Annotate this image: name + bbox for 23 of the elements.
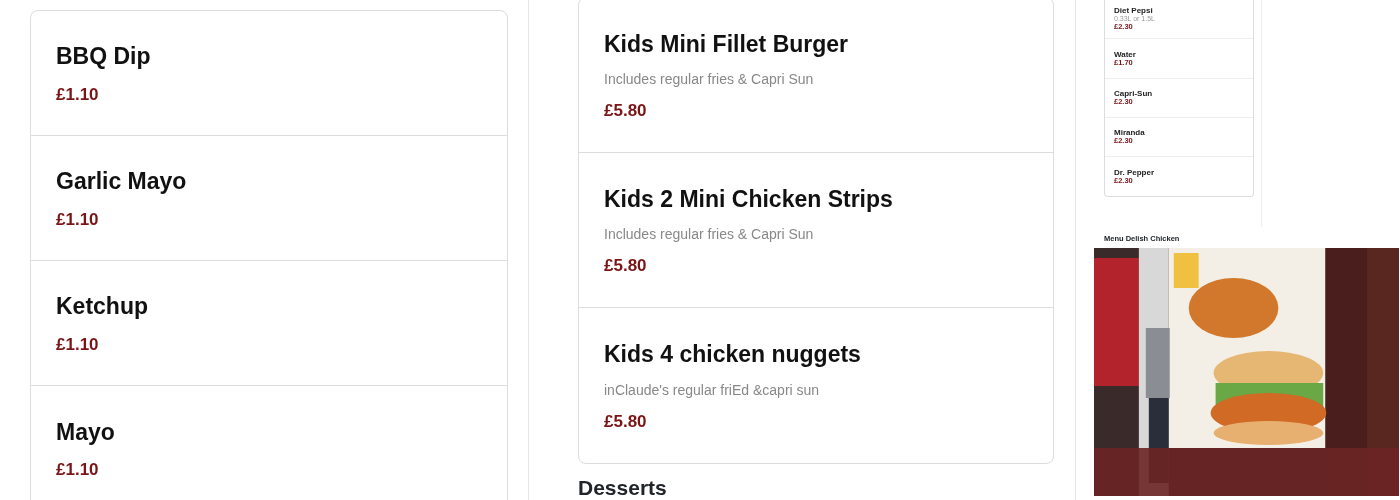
item-price: £5.80 bbox=[604, 100, 648, 122]
item-price: £1.10 bbox=[56, 459, 100, 481]
item-description: inClaude's regular friEd &capri sun bbox=[604, 380, 821, 400]
item-name: Kids Mini Fillet Burger bbox=[604, 29, 850, 59]
item-name: Dr. Pepper bbox=[1114, 167, 1155, 178]
item-description: Includes regular fries & Capri Sun bbox=[604, 225, 815, 244]
item-name: Diet Pepsi bbox=[1114, 6, 1154, 16]
item-price: £1.10 bbox=[56, 208, 100, 231]
item-name: Garlic Mayo bbox=[56, 167, 188, 196]
item-name: BBQ Dip bbox=[56, 42, 152, 71]
item-price: £5.80 bbox=[604, 255, 648, 277]
item-name: Capri-Sun bbox=[1114, 88, 1154, 98]
item-name: Kids 2 Mini Chicken Strips bbox=[604, 184, 894, 214]
item-name: Miranda bbox=[1114, 128, 1146, 138]
item-price: £5.80 bbox=[604, 410, 648, 433]
section-heading: Desserts bbox=[578, 476, 668, 500]
item-description: Includes regular fries & Capri Sun bbox=[604, 70, 815, 89]
item-price: £1.10 bbox=[56, 333, 100, 356]
item-name: Mayo bbox=[56, 417, 116, 447]
item-name: Water bbox=[1114, 49, 1137, 59]
item-name: Kids 4 chicken nuggets bbox=[604, 340, 862, 369]
item-name: Ketchup bbox=[56, 292, 149, 321]
item-price: £1.10 bbox=[56, 83, 100, 106]
